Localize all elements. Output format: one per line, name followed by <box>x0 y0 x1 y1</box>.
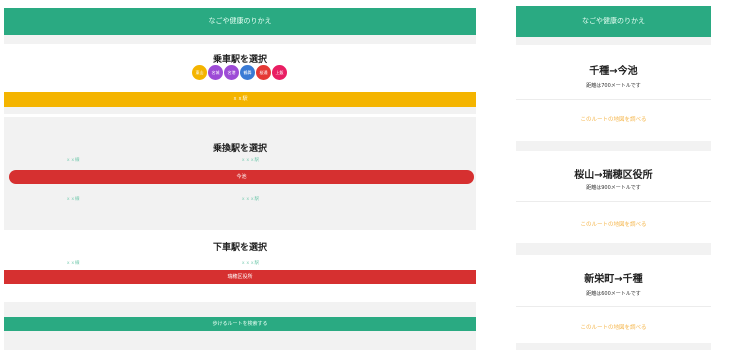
spacer <box>4 35 476 44</box>
card-divider <box>516 306 711 307</box>
alighting-heading: 下車駅を選択 <box>212 243 267 253</box>
app-header-results: なごや健康のりかえ <box>516 6 711 37</box>
route-card: 千種→今池 距離は700メートルです このルートの地図を調べる <box>516 45 711 141</box>
route-map-link[interactable]: このルートの地図を調べる <box>516 115 711 123</box>
app-title: なごや健康のりかえ <box>208 17 272 25</box>
line-button-meijo[interactable]: 名城 <box>208 65 223 80</box>
spacer <box>516 141 711 151</box>
route-selector-screen: なごや健康のりかえ 乗車駅を選択 東山 名城 名港 鶴舞 桜通 上飯 ｘｘ駅 乗… <box>4 0 476 350</box>
route-card: 新栄町→千種 距離は600メートルです このルートの地図を調べる <box>516 255 711 343</box>
app-title-results: なごや健康のりかえ <box>582 17 645 25</box>
transfer-station-option-2[interactable]: ｘｘｘ駅 <box>241 196 259 202</box>
card-divider <box>516 201 711 202</box>
line-button-higashiyama[interactable]: 東山 <box>192 65 207 80</box>
route-title: 千種→今池 <box>589 66 638 77</box>
route-card: 桜山→瑞穂区役所 距離は900メートルです このルートの地図を調べる <box>516 151 711 243</box>
line-button-sakuradori[interactable]: 桜通 <box>256 65 271 80</box>
transfer-station-select[interactable]: 今池 <box>9 170 474 184</box>
line-button-meiko[interactable]: 名港 <box>224 65 239 80</box>
transfer-line-option-2[interactable]: ｘｘ線 <box>66 196 80 202</box>
spacer <box>4 284 476 302</box>
spacer <box>4 302 476 317</box>
transfer-station-option[interactable]: ｘｘｘ駅 <box>241 157 259 163</box>
spacer <box>4 331 476 350</box>
app-header: なごや健康のりかえ <box>4 8 476 35</box>
route-title: 桜山→瑞穂区役所 <box>574 170 653 181</box>
boarding-station-select[interactable]: ｘｘ駅 <box>4 92 476 107</box>
route-distance: 距離は600メートルです <box>586 291 641 297</box>
alighting-line-option[interactable]: ｘｘ線 <box>66 260 80 266</box>
transfer-heading: 乗換駅を選択 <box>212 144 267 154</box>
spacer <box>516 343 711 350</box>
spacer <box>516 37 711 45</box>
boarding-heading: 乗車駅を選択 <box>212 55 267 65</box>
spacer <box>4 107 476 114</box>
transfer-line-option[interactable]: ｘｘ線 <box>66 157 80 163</box>
line-button-tsurumai[interactable]: 鶴舞 <box>240 65 255 80</box>
card-divider <box>516 99 711 100</box>
alighting-station-select[interactable]: 瑞穂区役所 <box>4 270 476 284</box>
route-distance: 距離は700メートルです <box>586 83 641 89</box>
route-distance: 距離は900メートルです <box>586 185 641 191</box>
route-map-link[interactable]: このルートの地図を調べる <box>516 220 711 228</box>
line-button-kamiiida[interactable]: 上飯 <box>272 65 287 80</box>
spacer <box>516 243 711 255</box>
search-routes-button[interactable]: 歩けるルートを検索する <box>4 317 476 331</box>
alighting-station-option[interactable]: ｘｘｘ駅 <box>241 260 259 266</box>
route-results-screen: なごや健康のりかえ 千種→今池 距離は700メートルです このルートの地図を調べ… <box>516 0 711 350</box>
route-map-link[interactable]: このルートの地図を調べる <box>516 323 711 331</box>
route-title: 新栄町→千種 <box>584 274 643 285</box>
